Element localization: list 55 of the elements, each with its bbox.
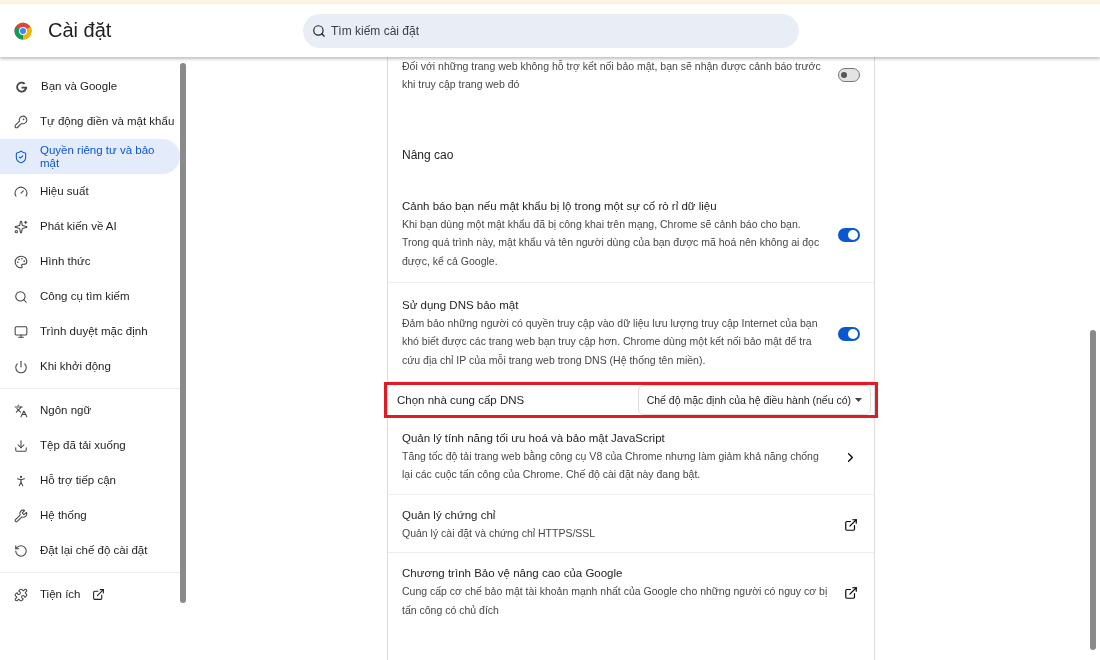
menu-item-icon: [14, 219, 28, 234]
menu-item-icon: [14, 359, 28, 374]
sidebar-item[interactable]: Bạn và Google: [0, 69, 180, 104]
dns-provider-dropdown[interactable]: Chế độ mặc định của hệ điều hành (nếu có): [637, 385, 871, 415]
scrollbar-thumb[interactable]: [1090, 330, 1096, 650]
scrollbar-thumb[interactable]: [180, 63, 186, 603]
external-link-icon[interactable]: [842, 584, 860, 602]
sidebar-item[interactable]: Công cụ tìm kiếm: [0, 279, 180, 314]
sidebar-item[interactable]: Hệ thống: [0, 498, 180, 533]
setting-description: Khi bạn dùng một mật khẩu đã bị công khai trên mạng, Chrome sẽ cảnh báo cho bạn. Trong quá trình này, mật khẩu và tên người dùng của bạn được mã hoá nên không ai đọc được, kể cả Google.: [402, 216, 821, 269]
setting-title: Quản lý chứng chỉ: [402, 508, 497, 521]
sidebar-item[interactable]: Quyền riêng tư và bảo mật: [0, 139, 180, 174]
setting-description: Quản lý cài đặt và chứng chỉ HTTPS/SSL: [402, 525, 597, 541]
sidebar-item[interactable]: Phát kiến về AI: [0, 209, 180, 244]
toggle-switch[interactable]: [838, 68, 860, 83]
menu-item-icon: [14, 149, 28, 164]
toggle-switch[interactable]: [838, 227, 860, 242]
section-heading: Nâng cao: [401, 146, 455, 164]
setting-title: Chương trình Bảo vệ nâng cao của Google: [402, 567, 624, 580]
setting-title: Cảnh báo bạn nếu mật khẩu bị lộ trong một sự cố rò rỉ dữ liệu: [402, 199, 718, 212]
search-field[interactable]: Tìm kiếm cài đặt: [303, 13, 799, 48]
sidebar-item[interactable]: Hình thức: [0, 244, 180, 279]
sidebar-item[interactable]: Tệp đã tải xuống: [0, 428, 180, 463]
menu-item-icon: [14, 543, 28, 558]
setting-title: Quản lý tính năng tối ưu hoá và bảo mật JavaScript: [402, 432, 666, 444]
sidebar-item[interactable]: Ngôn ngữ: [0, 393, 180, 428]
toggle-switch[interactable]: [838, 326, 860, 341]
menu-item-icon: [14, 254, 28, 269]
sidebar-item[interactable]: Tiện ích: [0, 577, 180, 612]
menu-item-icon: [14, 587, 28, 602]
sidebar-item[interactable]: Tự động điền và mật khẩu: [0, 104, 180, 139]
menu-item-icon: [14, 79, 29, 94]
sidebar-item[interactable]: Hiệu suất: [0, 174, 180, 209]
menu-item-icon: [14, 289, 28, 304]
menu-item-icon: [14, 324, 28, 339]
page-title: Cài đặt: [48, 19, 113, 42]
menu-item-icon: [14, 184, 28, 199]
menu-item-icon: [14, 438, 28, 453]
sidebar-item[interactable]: Khi khởi động: [0, 349, 180, 384]
menu-item-icon: [14, 473, 28, 488]
setting-title: Chọn nhà cung cấp DNS: [397, 394, 526, 406]
sidebar-item[interactable]: Hỗ trợ tiếp cận: [0, 463, 180, 498]
chrome-logo-icon: [14, 21, 32, 40]
sidebar-item[interactable]: Trình duyệt mặc định: [0, 314, 180, 349]
menu-item-icon: [14, 508, 28, 523]
setting-description: Đối với những trang web không hỗ trợ kết nối bảo mật, bạn sẽ nhận được cảnh báo trước khi truy cập trang web đó: [402, 59, 822, 93]
setting-title: Sử dụng DNS bảo mật: [402, 298, 520, 311]
menu-item-icon: [14, 403, 28, 418]
search-icon: [312, 23, 326, 38]
setting-description: Cung cấp cơ chế bảo mật tài khoản mạnh nhất của Google cho những người có nguy cơ bị tấn công có chủ đích: [402, 584, 829, 618]
caret-icon: [855, 398, 862, 402]
sidebar-item[interactable]: Đặt lại chế độ cài đặt: [0, 533, 180, 568]
menu-item-icon: [14, 114, 28, 129]
setting-description: Đảm bảo những người có quyền truy cập vào dữ liệu lưu lượng truy cập Internet của bạn khó biết được các trang web bạn truy cập hơn. Chrome dùng một kết nối bảo mật để tra cứu địa chỉ IP của mỗi trang web trong DNS (Hệ thống tên miền).: [402, 315, 819, 368]
setting-description: Tăng tốc độ tải trang web bằng công cụ V8 của Chrome nhưng làm giảm khả năng chống lại các cuộc tấn công của Chrome. Chế độ cài đặt này đang bật.: [402, 449, 820, 483]
